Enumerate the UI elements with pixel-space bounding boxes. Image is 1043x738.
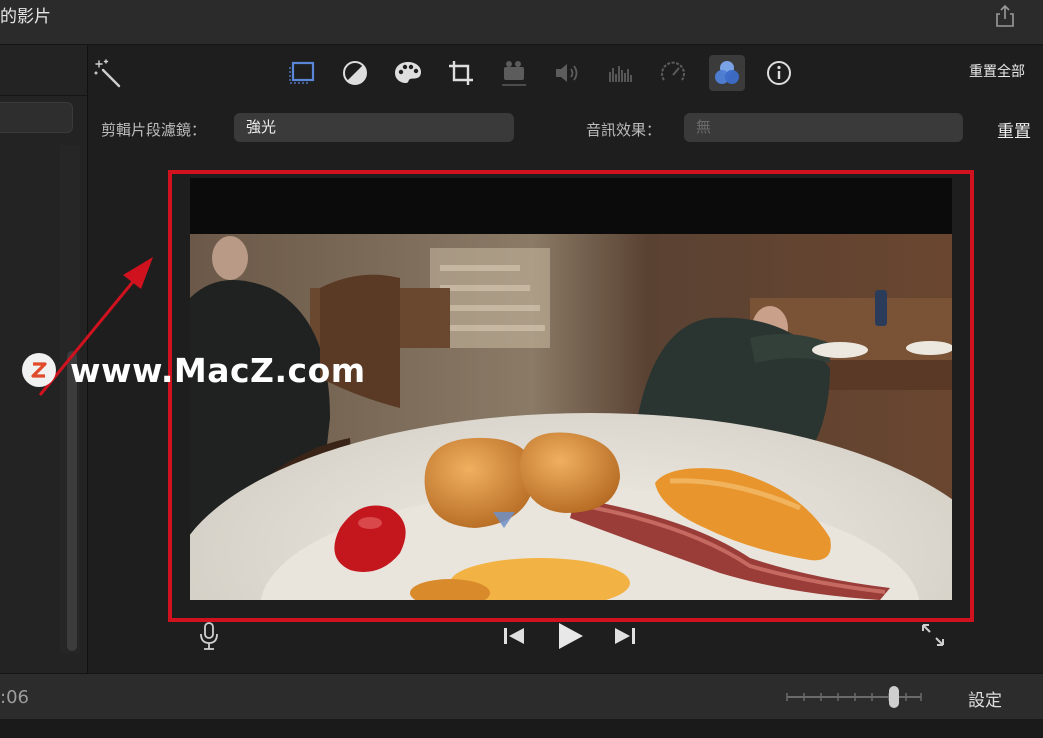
crop-button[interactable] xyxy=(445,57,477,89)
sidebar-scrollbar[interactable] xyxy=(67,351,77,651)
skip-back-icon xyxy=(504,628,524,644)
fullscreen-icon xyxy=(922,624,944,646)
video-camera-icon xyxy=(502,61,526,86)
share-icon xyxy=(996,4,1014,27)
color-balance-icon xyxy=(343,61,367,85)
sidebar-search-field[interactable] xyxy=(0,102,73,133)
zoom-slider-thumb[interactable] xyxy=(889,686,899,708)
speaker-icon xyxy=(556,64,578,82)
magic-wand-icon xyxy=(94,59,121,88)
settings-button[interactable]: 設定 xyxy=(968,686,1002,711)
zoom-slider[interactable] xyxy=(785,684,925,710)
play-button[interactable] xyxy=(553,619,587,653)
share-button[interactable] xyxy=(994,4,1016,28)
audio-effect-select[interactable]: 無 xyxy=(684,113,963,142)
sidebar-header xyxy=(0,45,87,96)
info-button[interactable] xyxy=(763,57,795,89)
watermark-text: www.MacZ.com xyxy=(70,350,366,390)
skip-back-button[interactable] xyxy=(501,624,527,648)
timecode: :06 xyxy=(0,687,29,708)
bottom-bar: :06 設定 xyxy=(0,673,1043,720)
watermark-logo xyxy=(22,353,56,387)
timeline-area[interactable] xyxy=(0,719,1043,738)
mic-icon xyxy=(200,622,218,650)
clip-filter-select[interactable]: 強光 xyxy=(234,113,514,142)
skip-forward-icon xyxy=(615,628,635,644)
noise-reduction-button[interactable] xyxy=(604,57,636,89)
equalizer-icon xyxy=(609,66,632,82)
crop-to-fill-button[interactable] xyxy=(286,57,318,89)
fullscreen-button[interactable] xyxy=(918,620,948,650)
speedometer-icon xyxy=(661,61,685,81)
skip-forward-button[interactable] xyxy=(612,624,638,648)
watermark: www.MacZ.com xyxy=(22,350,366,390)
play-icon xyxy=(559,623,583,649)
speed-button[interactable] xyxy=(657,57,689,89)
reset-all-button[interactable]: 重置全部 xyxy=(969,61,1025,81)
color-correction-button[interactable] xyxy=(392,57,424,89)
clip-filter-label: 剪輯片段濾鏡： xyxy=(101,121,207,139)
filter-circles-icon xyxy=(715,61,739,84)
volume-button[interactable] xyxy=(551,57,583,89)
info-icon xyxy=(767,61,791,85)
z-logo-icon xyxy=(31,362,47,378)
color-balance-button[interactable] xyxy=(339,57,371,89)
palette-icon xyxy=(395,62,421,83)
magic-wand-button[interactable] xyxy=(92,57,124,89)
crop-icon xyxy=(449,61,473,85)
clip-filter-button[interactable] xyxy=(709,55,745,91)
stabilization-button[interactable] xyxy=(498,57,530,89)
audio-effect-label: 音訊效果： xyxy=(586,121,662,139)
window-title: 的影片 xyxy=(0,7,51,27)
crop-frame-icon xyxy=(289,61,315,84)
reset-button[interactable]: 重置 xyxy=(997,117,1031,142)
title-bar: 的影片 xyxy=(0,0,1043,45)
highlight-annotation-box xyxy=(168,170,974,622)
voiceover-button[interactable] xyxy=(197,620,221,652)
adjustment-toolbar xyxy=(88,45,1043,100)
